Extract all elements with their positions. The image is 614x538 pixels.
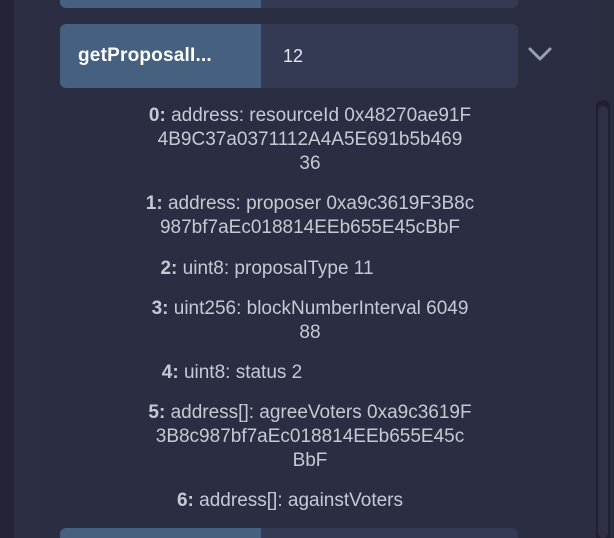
contract-function-panel: getProposalI... 0: address: resourceId 0… (0, 0, 614, 538)
result-item-4: 4: uint8: status 2 (60, 361, 560, 385)
chevron-down-icon[interactable] (528, 44, 552, 64)
result-line: uint8: proposalType 11 (182, 258, 374, 279)
result-item-3: 3: uint256: blockNumberInterval 6049 88 (60, 297, 560, 345)
result-line: BbF (292, 450, 328, 471)
result-line: 987bf7aEc018814EEb655E45cBbF (159, 217, 461, 238)
result-index: 5: (148, 402, 166, 423)
result-line: address: resourceId 0x48270ae91F (171, 105, 472, 126)
result-index: 3: (151, 298, 169, 319)
result-index: 1: (145, 193, 163, 214)
result-item-6: 6: address[]: againstVoters (60, 489, 560, 513)
scrollbar[interactable] (596, 100, 610, 538)
result-index: 0: (148, 105, 166, 126)
result-item-0: 0: address: resourceId 0x48270ae91F 4B9C… (60, 104, 560, 176)
function-argument-input[interactable] (261, 24, 518, 88)
next-function-button[interactable] (60, 528, 261, 538)
next-function-row (60, 528, 518, 538)
result-line: 3B8c987bf7aEc018814EEb655E45c (155, 426, 465, 447)
result-index: 4: (161, 362, 179, 383)
previous-function-row (60, 0, 518, 8)
result-index: 6: (176, 490, 194, 511)
result-item-5: 5: address[]: agreeVoters 0xa9c3619F 3B8… (60, 401, 560, 473)
previous-function-button[interactable] (60, 0, 261, 8)
function-call-row: getProposalI... (60, 24, 518, 88)
result-line: uint8: status 2 (183, 362, 303, 383)
left-gutter (14, 0, 40, 538)
result-line: address[]: agreeVoters 0xa9c3619F (170, 402, 472, 423)
result-index: 2: (160, 258, 178, 279)
result-line: address: proposer 0xa9c3619F3B8c (167, 193, 475, 214)
left-edge (0, 0, 15, 538)
call-function-button[interactable]: getProposalI... (60, 24, 261, 88)
result-line: 36 (299, 153, 321, 174)
result-item-2: 2: uint8: proposalType 11 (60, 257, 560, 281)
scrollbar-thumb[interactable] (598, 106, 608, 538)
result-line: address[]: againstVoters (199, 490, 404, 511)
result-line: 88 (299, 322, 321, 343)
result-item-1: 1: address: proposer 0xa9c3619F3B8c 987b… (60, 192, 560, 240)
result-line: uint256: blockNumberInterval 6049 (173, 298, 469, 319)
result-line: 4B9C37a0371112A4A5E691b5b469 (157, 129, 463, 150)
